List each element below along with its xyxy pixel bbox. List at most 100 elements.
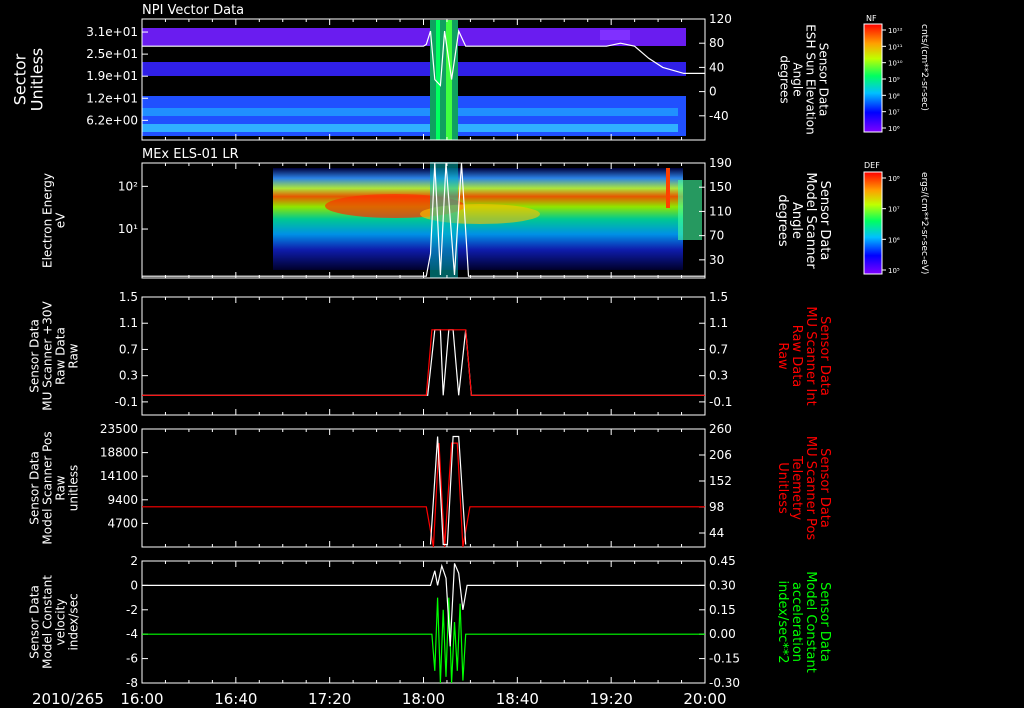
npi-colorbar-tick-label: 10¹¹ [888, 43, 903, 51]
right-tick-label-vel: 0.30 [709, 578, 736, 592]
right-tick-label-els: 150 [709, 180, 732, 194]
date-label: 2010/265 [32, 690, 104, 708]
right-label-els: degrees [775, 194, 790, 247]
els-colorbar-tick-label: 10⁵ [888, 267, 900, 275]
time-tick-label: 16:40 [214, 690, 257, 708]
right-tick-label-raw: 1.5 [709, 290, 728, 304]
time-tick-label: 20:00 [683, 690, 726, 708]
series-line-pos-0 [142, 442, 705, 548]
left-tick-label-raw: 1.5 [119, 290, 138, 304]
ylabel-raw: Raw Data [54, 327, 68, 385]
left-tick-label-pos: 4700 [107, 516, 138, 530]
left-tick-label-vel: -6 [126, 652, 138, 666]
els-colorbar-tick-label: 10⁸ [888, 175, 900, 183]
right-tick-label-els: 110 [709, 204, 732, 218]
left-tick-label-vel: -8 [126, 676, 138, 690]
left-tick-label-vel: 0 [130, 578, 138, 592]
ylabel-raw: MU Scanner +30V [41, 301, 55, 411]
npi-colorbar-tick-label: 10⁸ [888, 92, 900, 100]
left-tick-label-npi: 6.2e+00 [86, 113, 138, 127]
panel-raw: 1.5 1.1 0.7 0.3 -0.1 1.5 1.1 0.7 0.3 -0.1 Sensor D… [28, 290, 832, 416]
ylabel-vel: velocity [54, 599, 68, 646]
right-tick-label-pos: 152 [709, 474, 732, 488]
right-tick-label-vel: -0.30 [709, 676, 740, 690]
left-tick-label-vel: -4 [126, 627, 138, 641]
right-tick-label-vel: -0.15 [709, 652, 740, 666]
right-tick-label-els: 70 [709, 229, 724, 243]
ylabel-vel: index/sec [67, 593, 81, 650]
ylabel-pos: unitless [67, 465, 81, 511]
left-tick-label-els: 10² [118, 179, 138, 193]
right-label-pos: MU Scanner Pos [803, 436, 818, 541]
right-tick-label-npi: 120 [709, 12, 732, 26]
series-line-vel-0 [142, 597, 705, 684]
ylabel-vel: Sensor Data [28, 585, 42, 659]
right-tick-label-npi: 40 [709, 60, 724, 74]
panel-frame-pos [141, 428, 706, 548]
right-tick-label-vel: 0.15 [709, 603, 736, 617]
panel-frame-vel [141, 560, 706, 684]
right-tick-label-raw: 0.3 [709, 369, 728, 383]
npi-colorbar-unit: cnts/(cm**2-sr-sec) [919, 24, 929, 111]
left-tick-label-pos: 23500 [100, 422, 138, 436]
left-tick-label-raw: -0.1 [115, 395, 138, 409]
time-tick-label: 18:00 [402, 690, 445, 708]
left-tick-label-vel: -2 [126, 603, 138, 617]
left-tick-label-raw: 0.3 [119, 369, 138, 383]
npi-spectrogram [142, 20, 686, 140]
right-label-vel: acceleration [789, 582, 804, 662]
right-label-vel: index/sec**2 [775, 580, 790, 663]
left-tick-label-npi: 2.5e+01 [86, 47, 138, 61]
right-tick-label-npi: 80 [709, 36, 724, 50]
left-tick-label-pos: 9400 [107, 493, 138, 507]
series-line-raw-0 [142, 329, 705, 396]
right-tick-label-vel: 0.45 [709, 554, 736, 568]
left-tick-label-els: 10¹ [118, 222, 138, 236]
right-tick-label-pos: 98 [709, 500, 724, 514]
els-colorbar-tick-label: 10⁶ [888, 236, 900, 244]
right-tick-label-raw: -0.1 [709, 395, 732, 409]
series-line-raw-1 [142, 329, 705, 396]
els-title: MEx ELS-01 LR [142, 147, 239, 162]
ylabel-raw: Raw [67, 343, 81, 368]
right-label-raw: MU Scanner Int [803, 306, 818, 405]
right-tick-label-pos: 206 [709, 448, 732, 462]
npi-title: NPI Vector Data [142, 3, 244, 18]
els-colorbar-title: DEF [864, 161, 880, 170]
right-label-npi: Angle [791, 62, 805, 96]
right-label-npi: ESH Sun Elevation [804, 24, 818, 134]
els-colorbar-tick-label: 10⁷ [888, 206, 900, 214]
npi-colorbar-tick-label: 10⁷ [888, 109, 900, 117]
left-tick-label-pos: 14100 [100, 469, 138, 483]
ylabel-pos: Raw [54, 475, 68, 500]
time-tick-label: 17:20 [308, 690, 351, 708]
right-tick-label-els: 190 [709, 156, 732, 170]
right-label-els: Angle [789, 202, 804, 239]
right-tick-label-npi: -40 [709, 109, 729, 123]
right-label-npi: degrees [778, 55, 792, 103]
els-colorbar: DEF 10⁸ 10⁷ 10⁶ 10⁵ ergs/(cm**2-sr-sec-eV) [863, 161, 929, 275]
left-tick-label-npi: 1.2e+01 [86, 91, 138, 105]
right-tick-label-npi: 0 [709, 85, 717, 99]
npi-colorbar: NF 10¹² 10¹¹ 10¹⁰ 10⁹ 10⁸ 10⁷ 10⁶ cnts/(cm**2-… [863, 14, 929, 133]
right-label-vel: Sensor Data [817, 582, 832, 662]
left-tick-label-pos: 18800 [100, 446, 138, 460]
left-tick-label-raw: 1.1 [119, 316, 138, 330]
right-tick-label-raw: 0.7 [709, 342, 728, 356]
right-tick-label-els: 30 [709, 253, 724, 267]
time-tick-label: 19:20 [590, 690, 633, 708]
right-tick-label-pos: 44 [709, 526, 724, 540]
left-tick-label-npi: 3.1e+01 [86, 25, 138, 39]
right-tick-label-pos: 260 [709, 422, 732, 436]
figure: NPI Vector Data MEx ELS-01 LR NF 10¹² 10¹… [11, 3, 930, 708]
time-tick-label: 18:40 [496, 690, 539, 708]
panel-pos: 23500 18800 14100 9400 4700 260 206 152 98 44 Sens… [28, 422, 832, 548]
left-tick-label-raw: 0.7 [119, 342, 138, 356]
left-tick-label-vel: 2 [130, 554, 138, 568]
right-tick-label-raw: 1.1 [709, 316, 728, 330]
right-label-raw: Sensor Data [817, 316, 832, 396]
ylabel-raw: Sensor Data [28, 319, 42, 393]
left-tick-label-npi: 1.9e+01 [86, 69, 138, 83]
time-axis: 2010/265 16:00 16:40 17:20 18:00 18:40 19:20 2… [32, 690, 727, 708]
npi-colorbar-tick-label: 10⁶ [888, 125, 900, 133]
